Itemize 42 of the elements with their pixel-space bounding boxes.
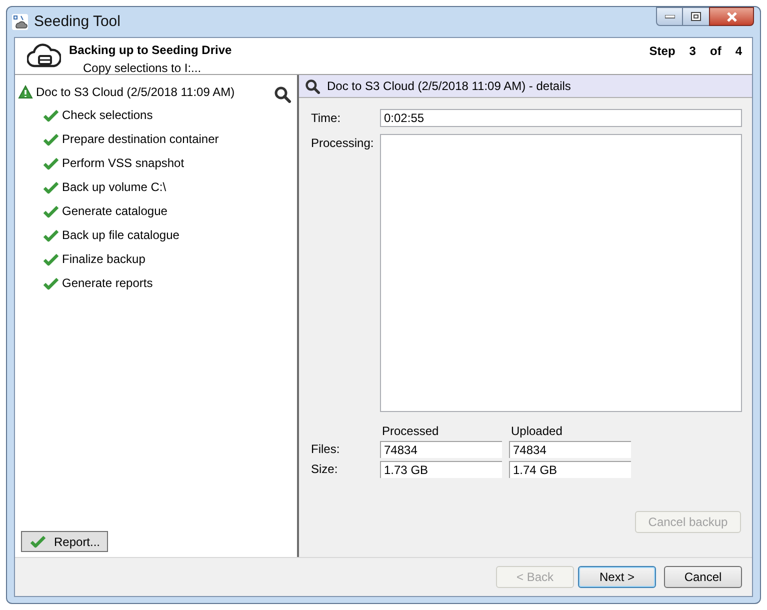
tree-item[interactable]: Prepare destination container (62, 130, 219, 148)
tree-item[interactable]: Check selections (62, 106, 153, 124)
column-header: Processed (381, 424, 440, 438)
row-label: Files: (311, 441, 341, 458)
time-label: Time: (311, 110, 342, 127)
close-icon (726, 12, 738, 22)
tree-item[interactable]: Back up volume C:\ (62, 178, 166, 196)
tree-item[interactable]: Generate reports (62, 274, 153, 292)
close-button[interactable] (709, 7, 754, 26)
next-button[interactable]: Next > (578, 566, 656, 588)
row-label: Size: (311, 461, 339, 478)
tree-item[interactable]: Doc to S3 Cloud (2/5/2018 11:09 AM) (36, 83, 235, 101)
value-field: 1.73 GB (380, 460, 502, 478)
cloud-drive-icon (27, 43, 61, 69)
tree-item[interactable]: Generate catalogue (62, 202, 168, 220)
value-field: 74834 (380, 440, 502, 458)
processing-label: Processing: (311, 135, 375, 152)
tree-item[interactable]: Back up file catalogue (62, 226, 180, 244)
time-field: 0:02:55 (380, 109, 742, 127)
tree-item[interactable]: Perform VSS snapshot (62, 154, 184, 172)
report-button[interactable]: Report... (21, 531, 108, 552)
maximize-icon (691, 12, 701, 21)
header-subtitle: Copy selections to I:... (83, 61, 202, 75)
step-of-label: of (710, 43, 722, 60)
check-icon (30, 535, 46, 548)
minimize-button[interactable] (656, 7, 683, 26)
step-total: 4 (735, 43, 742, 60)
column-header: Uploaded (510, 424, 564, 438)
step-number: 3 (689, 43, 696, 60)
step-label: Step (649, 43, 676, 60)
search-icon (305, 78, 320, 94)
details-title: Doc to S3 Cloud (2/5/2018 11:09 AM) - details (327, 78, 571, 95)
cancel-button[interactable]: Cancel (664, 566, 742, 588)
maximize-button[interactable] (683, 7, 709, 26)
value-field: 1.74 GB (509, 460, 631, 478)
tree-item[interactable]: Finalize backup (62, 250, 146, 268)
header-title: Backing up to Seeding Drive (69, 43, 232, 57)
app-icon (12, 14, 28, 30)
value-field: 74834 (509, 440, 631, 458)
search-icon[interactable] (274, 86, 291, 103)
window-title: Seeding Tool (34, 12, 120, 32)
minimize-icon (664, 14, 674, 18)
